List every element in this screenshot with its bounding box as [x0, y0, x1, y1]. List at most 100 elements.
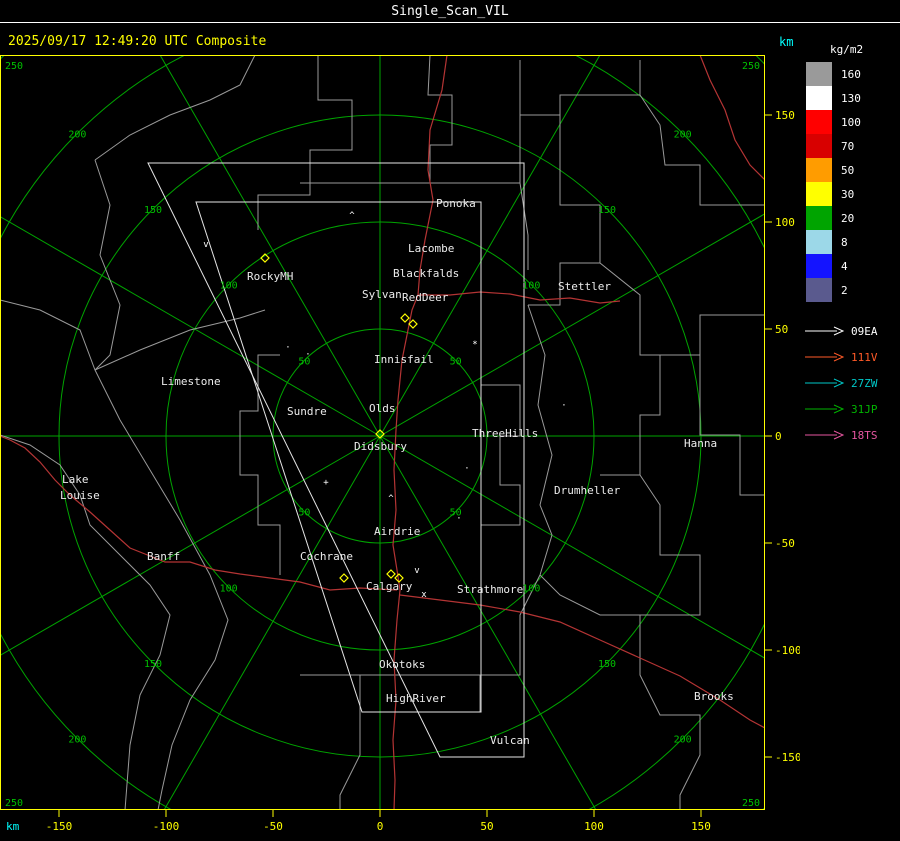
county-boundary-line — [520, 60, 641, 116]
site-id-label: 18TS — [851, 428, 878, 442]
legend-sidebar: kg/m2 160 130 100 70 50 30 20 8 4 2 09EA 111V 27ZW 3… — [800, 23, 900, 841]
site-id-label: 27ZW — [851, 376, 878, 390]
bottom-axis-label: -150 — [46, 820, 73, 833]
highway-line — [699, 55, 765, 181]
ring-distance-label: 100 — [220, 281, 238, 292]
place-label: Didsbury — [354, 440, 407, 453]
colorbar-value: 100 — [841, 115, 861, 129]
cell-marker: · — [456, 514, 461, 524]
site-marker-diamond — [339, 573, 349, 583]
site-id-label: 111V — [851, 350, 878, 364]
site-marker-diamond — [386, 569, 396, 579]
ring-distance-label: 200 — [68, 129, 86, 140]
colorbar-swatch — [806, 86, 832, 110]
place-label: RockyMH — [247, 270, 293, 283]
right-axis-label: -150 — [775, 751, 800, 764]
ring-distance-label: 100 — [220, 583, 238, 594]
cell-marker: ^ — [388, 494, 394, 504]
place-label: Hanna — [684, 437, 717, 450]
county-boundary-line — [699, 355, 765, 496]
site-legend-row: 111V — [803, 344, 900, 370]
site-legend: 09EA 111V 27ZW 31JP 18TS — [803, 318, 900, 448]
cell-marker: · — [305, 350, 310, 360]
cell-marker: v — [414, 566, 419, 576]
azimuth-spoke-line — [163, 435, 381, 810]
county-boundary-line — [528, 115, 601, 306]
place-label: RedDeer — [402, 291, 449, 304]
ring-distance-label: 150 — [598, 659, 616, 670]
county-boundary-line — [639, 474, 701, 616]
bottom-axis-unit: km — [6, 820, 20, 833]
place-label: ThreeHills — [472, 427, 538, 440]
county-boundary-line — [481, 384, 521, 526]
site-legend-row: 18TS — [803, 422, 900, 448]
bottom-axis-label: 0 — [377, 820, 384, 833]
place-label: Banff — [147, 550, 180, 563]
cell-marker: · — [561, 401, 566, 411]
colorbar-row: 30 — [806, 182, 900, 206]
colorbar-row: 160 — [806, 62, 900, 86]
cell-marker: * — [472, 340, 477, 350]
county-boundary-line — [599, 262, 661, 476]
colorbar-swatch — [806, 230, 832, 254]
place-label: Ponoka — [436, 197, 476, 210]
colorbar-row: 2 — [806, 278, 900, 302]
colorbar-value: 70 — [841, 139, 855, 153]
place-label: Louise — [60, 489, 100, 502]
colorbar-value: 2 — [841, 283, 848, 297]
bottom-axis-label: -100 — [153, 820, 180, 833]
site-id-label: 09EA — [851, 324, 878, 338]
place-label: Limestone — [161, 375, 221, 388]
place-label: Vulcan — [490, 734, 530, 747]
place-label: Stettler — [558, 280, 611, 293]
map-layers: 5050505010010010010015015015015020020020… — [0, 55, 765, 810]
window-title: Single_Scan_VIL — [391, 3, 509, 19]
azimuth-spoke-line — [0, 435, 381, 656]
site-arrow-icon — [805, 352, 845, 362]
colorbar-value: 30 — [841, 187, 855, 201]
colorbar-swatch — [806, 254, 832, 278]
ring-distance-label: 50 — [450, 356, 462, 367]
cell-marker: x — [421, 590, 427, 600]
county-boundary-line — [239, 354, 281, 575]
place-label: Strathmore — [457, 583, 523, 596]
county-boundary-line — [257, 55, 353, 230]
colorbar-row: 20 — [806, 206, 900, 230]
ring-distance-label: 50 — [298, 508, 310, 519]
site-id-label: 31JP — [851, 402, 878, 416]
ring-distance-label: 200 — [674, 129, 692, 140]
colorbar-row: 8 — [806, 230, 900, 254]
cell-marker: · — [464, 464, 469, 474]
right-axis-label: 0 — [775, 430, 782, 443]
site-arrow-icon — [805, 378, 845, 388]
ring-distance-label: 100 — [522, 583, 540, 594]
site-arrow-icon — [805, 430, 845, 440]
radar-application-window: Single_Scan_VIL 2025/09/17 12:49:20 UTC … — [0, 0, 900, 841]
ring-distance-label: 100 — [522, 281, 540, 292]
place-label: Sylvan — [362, 288, 402, 301]
right-axis-label: -100 — [775, 644, 800, 657]
site-legend-row: 09EA — [803, 318, 900, 344]
ring-distance-label: 150 — [144, 659, 162, 670]
colorbar-swatch — [806, 182, 832, 206]
county-boundary-line — [94, 55, 256, 161]
county-boundary-line — [0, 299, 96, 371]
colorbar-value: 8 — [841, 235, 848, 249]
ring-distance-label: 250 — [742, 798, 760, 809]
place-label: Cochrane — [300, 550, 353, 563]
ring-distance-label: 200 — [68, 735, 86, 746]
county-boundary-line — [660, 314, 765, 356]
place-label: Calgary — [366, 580, 413, 593]
site-legend-row: 31JP — [803, 396, 900, 422]
colorbar-swatch — [806, 110, 832, 134]
county-boundary-line — [94, 159, 229, 810]
cell-marker: ^ — [349, 211, 355, 221]
place-label: Brooks — [694, 690, 734, 703]
cell-marker: + — [323, 478, 329, 488]
radar-map-display[interactable]: 50 50 50 50 100 100 100 100 150 150 150 150 200 200 20… — [0, 55, 800, 841]
site-arrow-icon — [805, 326, 845, 336]
county-boundary-line — [527, 304, 553, 576]
place-label: Innisfail — [374, 353, 434, 366]
cell-marker: v — [203, 240, 208, 250]
colorbar-row: 70 — [806, 134, 900, 158]
